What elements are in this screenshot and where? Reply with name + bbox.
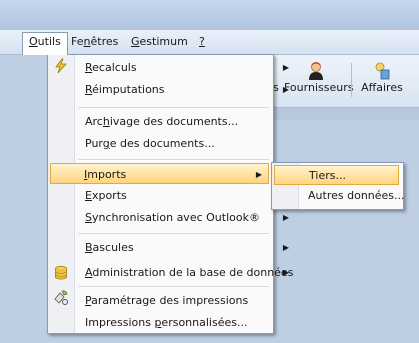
menu-item-custom-prints[interactable]: Impressions personnalisées...: [76, 312, 295, 333]
submenu-arrow-icon: ▶: [282, 63, 289, 72]
menu-item-print-settings[interactable]: Paramétrage des impressions: [76, 290, 295, 311]
menu-item-label: ersonnalisées...: [161, 316, 248, 329]
menu-help[interactable]: ?: [193, 33, 211, 50]
menu-items-print: Paramétrage des impressions Impressions …: [74, 55, 273, 333]
submenu-arrow-icon: ▶: [282, 85, 289, 94]
toolbar-separator: [351, 63, 352, 97]
submenu-item-prefix: A: [308, 189, 316, 202]
menu-fenetres[interactable]: Fenêtres: [65, 33, 124, 50]
submenu-item-autres-donnees[interactable]: Autres données...: [274, 186, 405, 206]
menu-bar: Outils Fenêtres Gestimum ?: [0, 30, 419, 55]
menu-help-mnemonic: ?: [199, 35, 205, 48]
submenu-item-label: iers...: [315, 169, 346, 182]
menu-item-label: aramétrage des impressions: [91, 294, 249, 307]
submenu-arrow-icon: ▶: [282, 213, 289, 222]
menu-fenetres-label: êtres: [90, 35, 119, 48]
database-icon: [55, 265, 67, 280]
lightning-icon: [55, 58, 67, 74]
menu-gestimum-mnemonic: G: [131, 35, 140, 48]
menu-gestimum[interactable]: Gestimum: [125, 33, 194, 50]
menu-outils[interactable]: Outils: [22, 32, 68, 55]
submenu-item-label: tres données...: [322, 189, 405, 202]
menu-gestimum-label: estimum: [139, 35, 188, 48]
title-bar: [0, 0, 419, 31]
affairs-label: Affaires: [361, 81, 403, 94]
imports-submenu: Tiers... Autres données...: [271, 162, 405, 210]
menu-outils-mnemonic: O: [29, 35, 38, 48]
submenu-arrow-icon: ▶: [282, 268, 289, 277]
submenu-arrow-icon: ▶: [282, 243, 289, 252]
menu-fenetres-prefix: Fe: [71, 35, 84, 48]
print-settings-icon: [54, 290, 68, 305]
affairs-icon: [375, 62, 390, 80]
supplier-person-icon: [309, 62, 323, 80]
menu-item-prefix: Impressions: [85, 316, 155, 329]
submenu-item-tiers[interactable]: Tiers...: [274, 165, 399, 185]
menu-outils-label: utils: [37, 35, 61, 48]
affairs-button[interactable]: Affaires: [356, 59, 408, 103]
mnemonic: u: [315, 189, 323, 202]
outils-dropdown-menu: Recalculs ▶ Réimputations ▶ Archivage de…: [47, 54, 293, 334]
